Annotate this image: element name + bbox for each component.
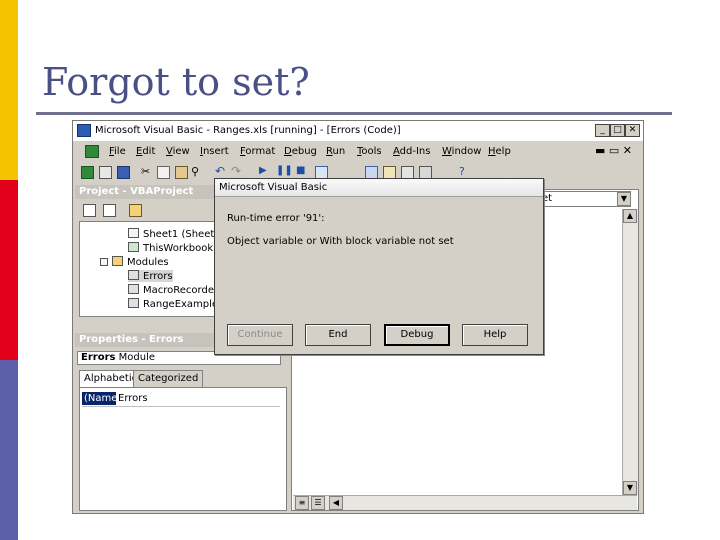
collapse-toggle-icon[interactable] <box>100 258 108 266</box>
end-button[interactable]: End <box>305 324 371 346</box>
child-window-controls[interactable]: ▬ ▭ ✕ <box>595 144 632 157</box>
menu-view[interactable]: View <box>166 146 190 157</box>
runtime-error-dialog: Microsoft Visual Basic Run-time error '9… <box>214 178 544 355</box>
properties-grid: (Name) Errors <box>79 387 287 511</box>
cut-icon[interactable]: ✂ <box>141 165 150 178</box>
menu-debug[interactable]: Debug <box>284 146 317 157</box>
tab-categorized[interactable]: Categorized <box>133 370 204 387</box>
tree-item-rangeexample[interactable]: RangeExample <box>128 298 218 310</box>
view-object-icon[interactable] <box>103 204 116 217</box>
toggle-folders-icon[interactable] <box>129 204 142 217</box>
continue-button[interactable]: Continue <box>227 324 293 346</box>
menu-help[interactable]: Help <box>488 146 511 157</box>
dialog-title: Microsoft Visual Basic <box>215 179 543 197</box>
save-icon[interactable] <box>117 166 130 179</box>
title-underline <box>36 112 672 115</box>
window-title: Microsoft Visual Basic - Ranges.xls [run… <box>95 125 401 136</box>
menu-bar: File Edit View Insert Format Debug Run T… <box>73 142 643 162</box>
maximize-button[interactable]: □ <box>610 124 625 137</box>
menu-addins[interactable]: Add-Ins <box>393 146 430 157</box>
undo-icon[interactable]: ↶ <box>215 164 225 178</box>
scroll-left-icon[interactable]: ◀ <box>329 496 343 510</box>
error-number-text: Run-time error '91': <box>227 213 325 224</box>
property-value-cell[interactable]: Errors <box>118 392 148 405</box>
tree-item-modules[interactable]: Modules <box>100 256 169 268</box>
tree-item-thisworkbook[interactable]: ThisWorkbook <box>128 242 213 254</box>
help-button[interactable]: Help <box>462 324 528 346</box>
module-icon <box>128 284 139 294</box>
accent-bar-yellow <box>0 0 18 180</box>
run-icon[interactable]: ▶ <box>259 165 267 176</box>
horizontal-scrollbar[interactable]: ≡ ☰ ◀ <box>293 495 637 510</box>
copy-icon[interactable] <box>157 166 170 179</box>
slide-title: Forgot to set? <box>42 60 310 104</box>
vba-app-icon <box>77 124 91 137</box>
scroll-down-icon[interactable]: ▼ <box>623 481 637 495</box>
insert-userform-icon[interactable] <box>99 166 112 179</box>
view-excel-icon[interactable] <box>81 166 94 179</box>
close-button[interactable]: ✕ <box>625 124 640 137</box>
menu-window[interactable]: Window <box>442 146 481 157</box>
menu-edit[interactable]: Edit <box>136 146 155 157</box>
break-icon[interactable]: ❚❚ <box>276 165 293 176</box>
procedure-view-icon[interactable]: ≡ <box>295 496 309 510</box>
accent-bar-red <box>0 180 18 360</box>
find-icon[interactable]: ⚲ <box>191 165 199 178</box>
accent-bar-blue <box>0 360 18 540</box>
tree-item-sheet1[interactable]: Sheet1 (Sheet1) <box>128 228 225 240</box>
menu-tools[interactable]: Tools <box>357 146 382 157</box>
module-icon <box>128 270 139 280</box>
folder-icon <box>112 256 123 266</box>
debug-button[interactable]: Debug <box>384 324 450 346</box>
property-name-cell[interactable]: (Name) <box>82 392 121 405</box>
grid-line <box>82 406 280 407</box>
help-icon[interactable]: ? <box>459 165 465 178</box>
reset-icon[interactable]: ■ <box>296 165 305 176</box>
redo-icon[interactable]: ↷ <box>231 164 241 178</box>
window-titlebar: Microsoft Visual Basic - Ranges.xls [run… <box>73 121 643 141</box>
menu-file[interactable]: File <box>109 146 126 157</box>
vertical-scrollbar[interactable]: ▲ ▼ <box>622 209 638 495</box>
module-icon <box>128 298 139 308</box>
tree-item-macrorecorded[interactable]: MacroRecorded <box>128 284 220 296</box>
view-code-icon[interactable] <box>83 204 96 217</box>
minimize-button[interactable]: _ <box>595 124 610 137</box>
tree-item-errors[interactable]: Errors <box>128 270 173 282</box>
paste-icon[interactable] <box>175 166 188 179</box>
scroll-up-icon[interactable]: ▲ <box>623 209 637 223</box>
workbook-icon <box>128 242 139 252</box>
menu-format[interactable]: Format <box>240 146 275 157</box>
sheet-icon <box>128 228 139 238</box>
menu-insert[interactable]: Insert <box>200 146 229 157</box>
procedure-dropdown-arrow-icon[interactable]: ▼ <box>617 192 631 206</box>
excel-icon[interactable] <box>85 145 99 158</box>
menu-run[interactable]: Run <box>326 146 345 157</box>
full-module-view-icon[interactable]: ☰ <box>311 496 325 510</box>
error-message-text: Object variable or With block variable n… <box>227 236 454 247</box>
